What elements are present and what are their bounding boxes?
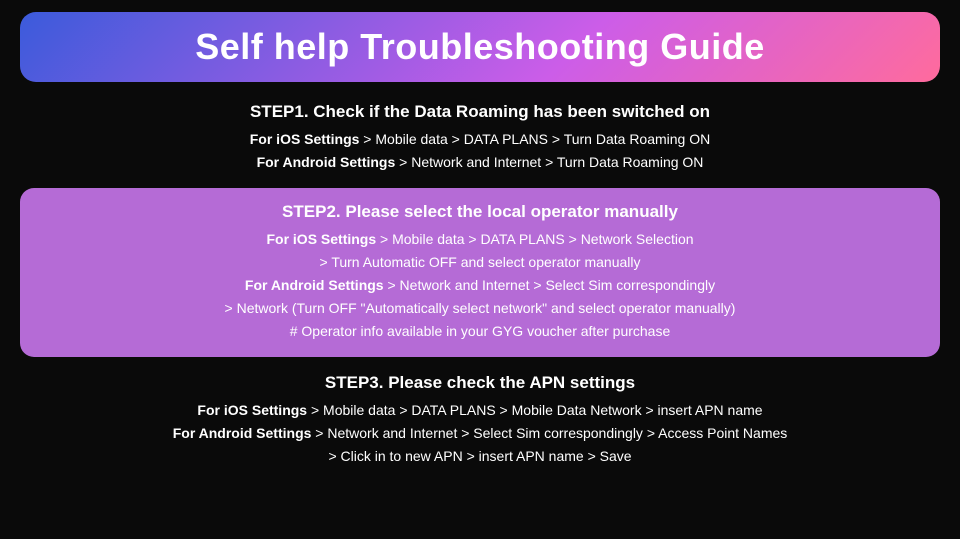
step3-line1: For iOS Settings > Mobile data > DATA PL… (20, 399, 940, 422)
step1-line2: For Android Settings > Network and Inter… (20, 151, 940, 174)
step2-title: STEP2. Please select the local operator … (40, 200, 920, 224)
step2-line5: # Operator info available in your GYG vo… (40, 320, 920, 343)
step3-line2: For Android Settings > Network and Inter… (20, 422, 940, 445)
step2-line2: > Turn Automatic OFF and select operator… (40, 251, 920, 274)
step2-ios-rest: > Mobile data > DATA PLANS > Network Sel… (376, 231, 693, 247)
step2-android-bold: For Android Settings (245, 277, 384, 293)
step3-title: STEP3. Please check the APN settings (20, 371, 940, 395)
step1-android-bold: For Android Settings (257, 154, 396, 170)
step1-title: STEP1. Check if the Data Roaming has bee… (20, 100, 940, 124)
step1-line1: For iOS Settings > Mobile data > DATA PL… (20, 128, 940, 151)
step2-android-rest: > Network and Internet > Select Sim corr… (384, 277, 716, 293)
step3-ios-rest: > Mobile data > DATA PLANS > Mobile Data… (307, 402, 762, 418)
step2-line1: For iOS Settings > Mobile data > DATA PL… (40, 228, 920, 251)
step3-android-bold: For Android Settings (173, 425, 312, 441)
step1-ios-bold: For iOS Settings (250, 131, 360, 147)
step1-section: STEP1. Check if the Data Roaming has bee… (20, 100, 940, 174)
step2-ios-bold: For iOS Settings (266, 231, 376, 247)
step3-line3: > Click in to new APN > insert APN name … (20, 445, 940, 468)
step3-ios-bold: For iOS Settings (197, 402, 307, 418)
main-title: Self help Troubleshooting Guide (195, 26, 765, 67)
title-banner: Self help Troubleshooting Guide (20, 12, 940, 82)
step2-line4: > Network (Turn OFF "Automatically selec… (40, 297, 920, 320)
step2-section: STEP2. Please select the local operator … (20, 188, 940, 357)
step1-ios-rest: > Mobile data > DATA PLANS > Turn Data R… (359, 131, 710, 147)
step3-section: STEP3. Please check the APN settings For… (20, 371, 940, 468)
step1-android-rest: > Network and Internet > Turn Data Roami… (395, 154, 703, 170)
step2-line3: For Android Settings > Network and Inter… (40, 274, 920, 297)
step3-android-rest: > Network and Internet > Select Sim corr… (311, 425, 787, 441)
